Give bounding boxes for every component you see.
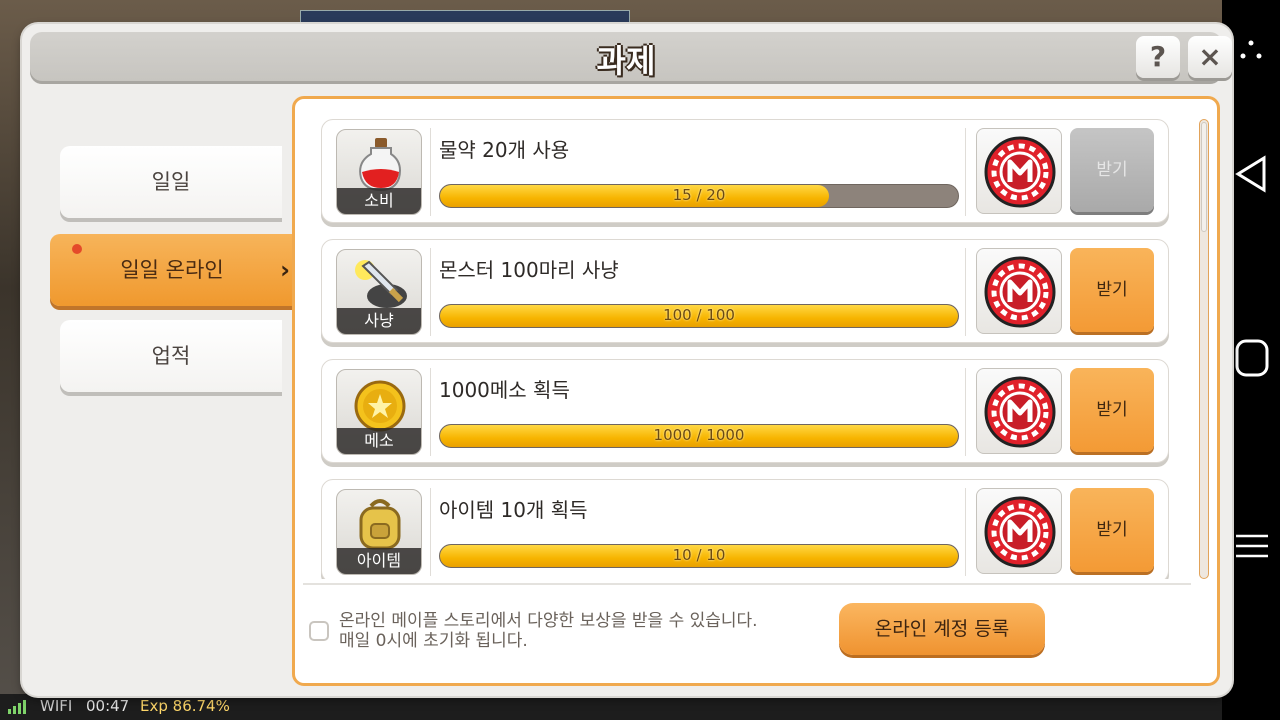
register-online-account-button[interactable]: 온라인 계정 등록 bbox=[839, 603, 1045, 655]
progress-text: 100 / 100 bbox=[663, 306, 735, 324]
maple-point-coin-icon bbox=[984, 496, 1056, 568]
quest-category-icon: 아이템 bbox=[336, 489, 422, 575]
quest-title: 몬스터 100마리 사냥 bbox=[439, 258, 619, 282]
backpack-icon bbox=[359, 499, 401, 550]
reward-slot[interactable] bbox=[976, 248, 1062, 334]
potion-icon bbox=[359, 138, 401, 192]
reward-slot[interactable] bbox=[976, 368, 1062, 454]
sword-icon bbox=[355, 260, 407, 308]
quest-category-icon: 사냥 bbox=[336, 249, 422, 335]
tab-label: 일일 bbox=[151, 170, 191, 194]
quest-category-label: 메소 bbox=[337, 428, 421, 454]
divider bbox=[303, 583, 1191, 585]
quest-item: 사냥 몬스터 100마리 사냥 100 / 100 받기 bbox=[321, 239, 1169, 343]
quest-category-icon: 메소 bbox=[336, 369, 422, 455]
quest-category-label: 아이템 bbox=[337, 548, 421, 574]
signal-icon bbox=[8, 700, 26, 714]
tab-daily-online[interactable]: 일일 온라인 › bbox=[50, 234, 294, 306]
maple-point-coin-icon bbox=[984, 376, 1056, 448]
progress-text: 1000 / 1000 bbox=[653, 426, 745, 444]
tab-daily[interactable]: 일일 bbox=[60, 146, 282, 218]
quest-item: 아이템 아이템 10개 획득 10 / 10 받기 bbox=[321, 479, 1169, 579]
quest-item: 소비 물약 20개 사용 15 / 20 받기 bbox=[321, 119, 1169, 223]
claim-button[interactable]: 받기 bbox=[1070, 128, 1154, 212]
quest-content: 소비 물약 20개 사용 15 / 20 받기 사냥 몬스터 100마리 사냥 … bbox=[292, 96, 1220, 686]
maple-point-coin-icon bbox=[984, 136, 1056, 208]
reward-slot[interactable] bbox=[976, 128, 1062, 214]
meso-coin-icon bbox=[354, 380, 406, 432]
quest-category-label: 사냥 bbox=[337, 308, 421, 334]
quest-category-label: 소비 bbox=[337, 188, 421, 214]
progress-text: 15 / 20 bbox=[672, 186, 726, 204]
quest-title: 1000메소 획득 bbox=[439, 378, 570, 402]
exp-label: Exp 86.74% bbox=[140, 697, 230, 715]
page-title: 과제 bbox=[596, 42, 656, 80]
quest-progress-bar: 10 / 10 bbox=[439, 544, 959, 568]
panel-titlebar: 과제 bbox=[30, 32, 1222, 84]
quest-item: 메소 1000메소 획득 1000 / 1000 받기 bbox=[321, 359, 1169, 463]
quest-progress-bar: 1000 / 1000 bbox=[439, 424, 959, 448]
maple-point-coin-icon bbox=[984, 256, 1056, 328]
notice-line-1: 온라인 메이플 스토리에서 다양한 보상을 받을 수 있습니다. bbox=[339, 611, 758, 631]
progress-text: 10 / 10 bbox=[672, 546, 726, 564]
quest-category-icon: 소비 bbox=[336, 129, 422, 215]
claim-button[interactable]: 받기 bbox=[1070, 488, 1154, 572]
tab-label: 일일 온라인 bbox=[120, 258, 224, 282]
quest-title: 물약 20개 사용 bbox=[439, 138, 570, 162]
quest-title: 아이템 10개 획득 bbox=[439, 498, 588, 522]
scrollbar-thumb[interactable] bbox=[1201, 122, 1207, 232]
tab-achievements[interactable]: 업적 bbox=[60, 320, 282, 392]
game-status-bar: WIFI 00:47 Exp 86.74% bbox=[0, 694, 1222, 720]
alert-dot-icon bbox=[72, 244, 82, 254]
clock-label: 00:47 bbox=[86, 697, 130, 715]
quest-progress-bar: 100 / 100 bbox=[439, 304, 959, 328]
chevron-right-icon: › bbox=[280, 256, 290, 284]
quest-panel: 과제 ? × 일일 일일 온라인 › 업적 소비 물약 20개 사용 15 / … bbox=[22, 24, 1232, 696]
notice-checkbox[interactable] bbox=[309, 621, 329, 641]
quest-progress-bar: 15 / 20 bbox=[439, 184, 959, 208]
claim-button[interactable]: 받기 bbox=[1070, 368, 1154, 452]
notice-line-2: 매일 0시에 초기화 됩니다. bbox=[339, 631, 528, 651]
close-button[interactable]: × bbox=[1188, 36, 1232, 78]
quest-scrollbar[interactable] bbox=[1199, 119, 1209, 579]
reward-slot[interactable] bbox=[976, 488, 1062, 574]
network-label: WIFI bbox=[40, 697, 73, 715]
tab-label: 업적 bbox=[151, 344, 191, 368]
footer-notice: 온라인 메이플 스토리에서 다양한 보상을 받을 수 있습니다. 매일 0시에 … bbox=[339, 611, 758, 651]
claim-button[interactable]: 받기 bbox=[1070, 248, 1154, 332]
help-button[interactable]: ? bbox=[1136, 36, 1180, 78]
quest-list[interactable]: 소비 물약 20개 사용 15 / 20 받기 사냥 몬스터 100마리 사냥 … bbox=[321, 119, 1171, 579]
